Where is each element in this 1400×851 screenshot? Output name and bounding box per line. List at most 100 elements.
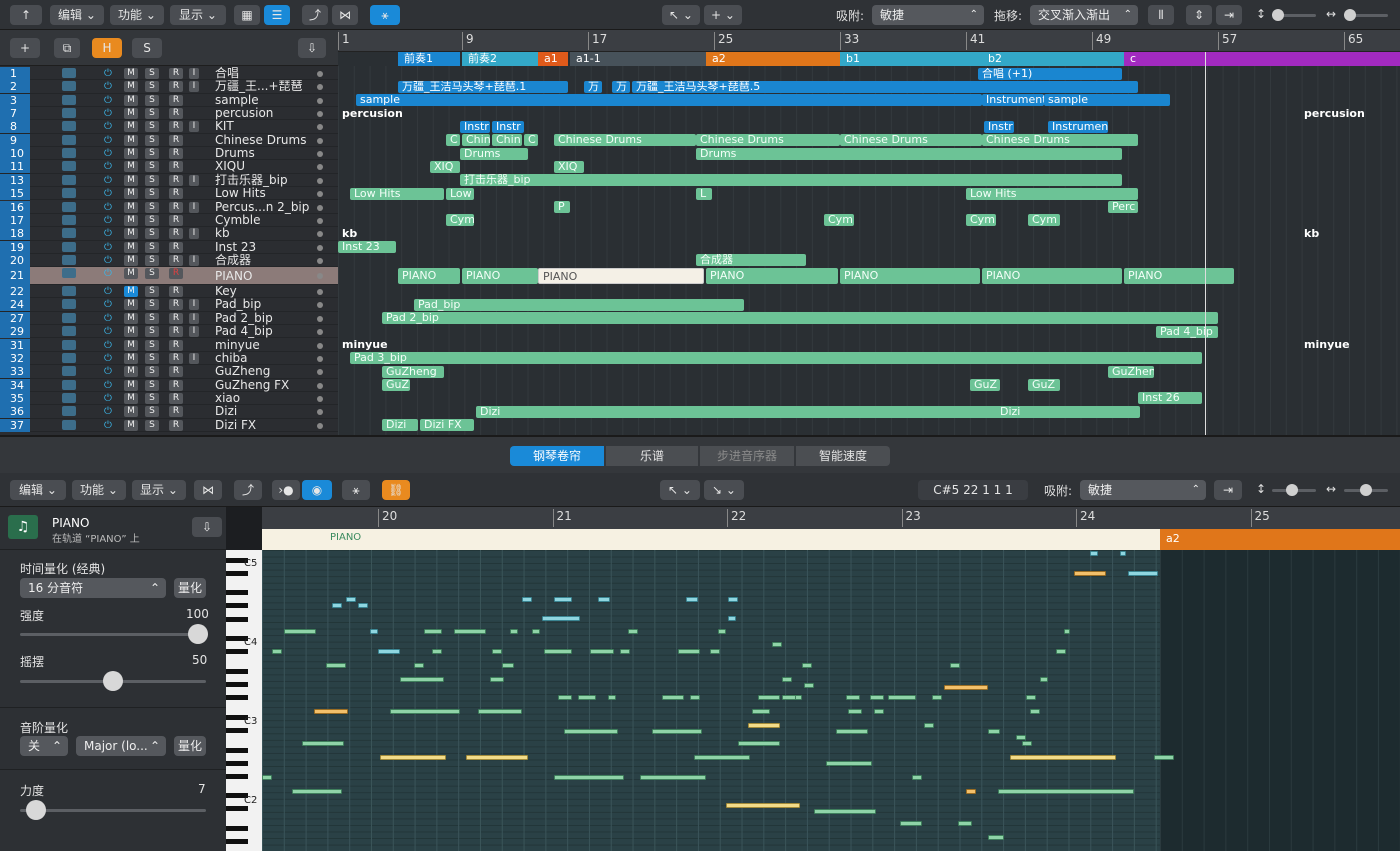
track-row[interactable]: 22 ⏻ M S R Key [0, 285, 338, 299]
midi-note[interactable] [502, 663, 514, 668]
record-button[interactable]: R [169, 94, 183, 106]
catch-icon-2[interactable]: ⚹ [342, 480, 370, 500]
track-power-icon[interactable]: ⏻ [101, 134, 115, 147]
black-key[interactable] [226, 695, 248, 701]
midi-note[interactable] [284, 629, 316, 634]
velocity-knob[interactable] [26, 800, 46, 820]
marker[interactable]: 前奏1 [398, 52, 460, 66]
midi-note[interactable] [1064, 629, 1070, 634]
midi-note[interactable] [950, 663, 960, 668]
track-row[interactable]: 10 ⏻ M S R Drums [0, 147, 338, 161]
track-power-icon[interactable]: ⏻ [101, 80, 115, 93]
mute-button[interactable]: M [124, 121, 138, 133]
midi-note[interactable] [314, 709, 348, 714]
vertical-zoom-slider[interactable] [1272, 9, 1316, 21]
record-button[interactable]: R [169, 419, 183, 431]
region[interactable]: Cym [446, 214, 474, 227]
track-power-icon[interactable]: ⏻ [101, 254, 115, 267]
region[interactable]: Instr [492, 120, 524, 133]
function-menu[interactable]: 功能 ⌄ [110, 5, 164, 25]
add-track-icon[interactable]: + [10, 38, 40, 58]
editor-horizontal-slider[interactable] [1344, 484, 1388, 496]
midi-note[interactable] [846, 695, 860, 700]
record-button[interactable]: R [169, 148, 183, 160]
midi-note[interactable] [912, 775, 922, 780]
region[interactable]: C [446, 134, 460, 147]
piano-roll-region-header[interactable]: PIANO [262, 529, 1160, 550]
track-row[interactable]: 34 ⏻ M S R GuZheng FX [0, 378, 338, 392]
record-button[interactable]: R [169, 241, 183, 253]
region[interactable]: PIANO [706, 267, 838, 284]
track-row[interactable]: 11 ⏻ M S R XIQU [0, 160, 338, 174]
midi-note[interactable] [532, 629, 540, 634]
region[interactable]: Chin [492, 134, 522, 147]
track-row[interactable]: 35 ⏻ M S Rxiao [0, 391, 338, 406]
automation-icon[interactable]: ⤴ [302, 5, 328, 25]
marker[interactable]: b1 [840, 52, 982, 66]
midi-note[interactable] [302, 741, 344, 746]
track-power-icon[interactable]: ⏻ [101, 419, 115, 432]
black-key[interactable] [226, 727, 248, 733]
swing-slider[interactable] [20, 671, 206, 691]
collapse-icon[interactable]: ⋈ [194, 480, 222, 500]
region[interactable]: 万疆_王洁马头琴+琵琶.1 [398, 80, 568, 93]
midi-note[interactable] [400, 677, 444, 682]
solo-button[interactable]: S [145, 268, 159, 280]
region[interactable]: Instrument [1048, 120, 1108, 133]
drag-select[interactable]: 交叉渐入渐出 [1030, 5, 1138, 25]
midi-note[interactable] [1030, 709, 1040, 714]
midi-note[interactable] [1040, 677, 1048, 682]
region[interactable]: 合成器 [696, 254, 806, 267]
mute-button[interactable]: M [124, 326, 138, 338]
solo-button[interactable]: S [145, 312, 159, 324]
black-key[interactable] [226, 616, 248, 622]
editor-line-tool-icon[interactable]: ↘ ⌄ [704, 480, 744, 500]
track-row[interactable]: 15 ⏻ M S R Low Hits [0, 187, 338, 201]
track-power-icon[interactable]: ⏻ [101, 325, 115, 338]
solo-button[interactable]: S [145, 419, 159, 431]
record-button[interactable]: R [169, 134, 183, 146]
record-button[interactable]: R [169, 68, 183, 79]
midi-note[interactable] [358, 603, 368, 608]
midi-note[interactable] [748, 723, 780, 728]
midi-note[interactable] [694, 755, 750, 760]
input-monitor-button[interactable]: I [189, 326, 199, 338]
region[interactable]: sample [1044, 94, 1170, 107]
midi-note[interactable] [370, 629, 378, 634]
track-power-icon[interactable]: ⏻ [101, 201, 115, 214]
black-key[interactable] [226, 773, 248, 779]
region[interactable]: PIANO [538, 267, 704, 284]
midi-note[interactable] [870, 695, 884, 700]
track-row[interactable]: 9 ⏻ M S R Chinese Drums [0, 133, 338, 148]
region[interactable]: Chinese Drums [696, 134, 840, 147]
region[interactable]: 万 [584, 80, 602, 93]
midi-note[interactable] [678, 649, 700, 654]
solo-button[interactable]: S [145, 326, 159, 338]
midi-note[interactable] [1090, 551, 1098, 556]
track-power-icon[interactable]: ⏻ [101, 214, 115, 227]
region[interactable]: PIANO [840, 267, 980, 284]
solo-button[interactable]: S [145, 228, 159, 240]
region[interactable]: Chinese Drums [840, 134, 982, 147]
arrange-area[interactable]: 1 9 17 25 33 41 49 57 65 前奏1 前奏2 a1 a1-1 a2 b1 b2 c 合唱 … [338, 30, 1400, 435]
region[interactable]: XIQ [554, 160, 584, 173]
marker[interactable]: a2 [706, 52, 840, 66]
mute-button[interactable]: M [124, 161, 138, 173]
region[interactable]: Instrument [982, 94, 1044, 107]
solo-button[interactable]: S [145, 121, 159, 133]
midi-note[interactable] [718, 629, 726, 634]
black-key[interactable] [226, 603, 248, 609]
black-key[interactable] [226, 747, 248, 753]
mute-button[interactable]: M [124, 419, 138, 431]
input-monitor-button[interactable]: I [189, 299, 199, 311]
record-button[interactable]: R [169, 174, 183, 186]
midi-out-icon[interactable]: ◉ [302, 480, 332, 500]
region[interactable]: L [696, 187, 712, 200]
record-button[interactable]: R [169, 254, 183, 266]
mute-button[interactable]: M [124, 392, 138, 404]
midi-note[interactable] [988, 835, 1004, 840]
midi-note[interactable] [1074, 571, 1106, 576]
region[interactable]: Pad 2_bip [382, 312, 1218, 325]
track-row[interactable]: 7 ⏻ M S Rpercusion [0, 107, 338, 121]
midi-note[interactable] [262, 775, 272, 780]
